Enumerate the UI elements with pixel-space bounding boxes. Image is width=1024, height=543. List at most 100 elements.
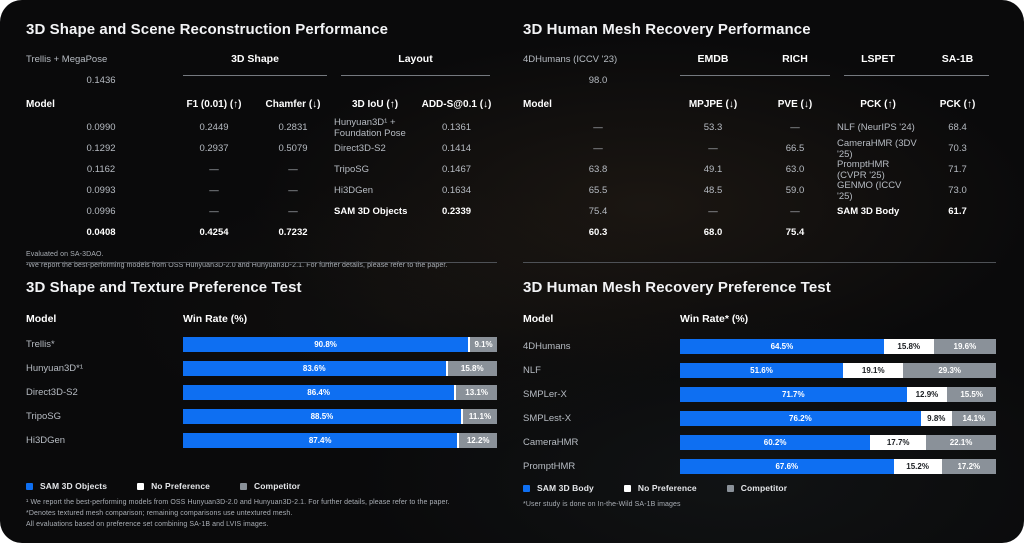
- table-row-model-2: CameraHMR (3DV '25): [837, 138, 919, 159]
- section-title-mesh-performance: 3D Human Mesh Recovery Performance: [523, 21, 996, 39]
- value-cell: 98.0: [523, 70, 673, 91]
- value-cell: 48.5: [673, 180, 753, 201]
- competitor-segment: 29.3%: [903, 363, 996, 378]
- legend-item: SAM 3D Body: [523, 483, 594, 493]
- legend-swatch-no-preference-segment: [624, 485, 631, 492]
- right-section-divider: [523, 262, 996, 263]
- win-segment: 60.2%: [680, 435, 870, 450]
- table-row-model-5: SAM 3D Body: [837, 201, 919, 222]
- group-underline: [680, 75, 830, 76]
- value-cell: 49.1: [673, 159, 753, 180]
- model-column-header: Model: [26, 313, 183, 325]
- value-cell: 0.0990: [26, 117, 176, 138]
- bar-row: Trellis*90.8%9.1%: [26, 337, 497, 352]
- group-header: SA-1B: [919, 49, 996, 65]
- stacked-bar: 90.8%9.1%: [183, 337, 497, 352]
- mesh-preference-section: 3D Human Mesh Recovery Preference Test M…: [523, 279, 996, 511]
- legend-item: No Preference: [137, 481, 210, 491]
- bar-model-label: SMPLer-X: [523, 389, 680, 400]
- mesh-performance-table: EMDBRICHLSPETSA-1BModelMPJPE (↓)PVE (↓)P…: [523, 49, 996, 243]
- value-cell: 0.2339: [416, 201, 497, 222]
- value-cell: 70.3: [919, 138, 996, 159]
- shape-performance-footnotes: Evaluated on SA-3DAO.¹We report the best…: [26, 250, 497, 272]
- metric-column-header: Chamfer (↓): [252, 91, 334, 117]
- bar-model-label: 4DHumans: [523, 341, 680, 352]
- value-cell: 0.1292: [26, 138, 176, 159]
- stacked-bar: 83.6%15.8%: [183, 361, 497, 376]
- group-header: LSPET: [837, 49, 919, 65]
- stacked-bar: 87.4%12.2%: [183, 433, 497, 448]
- metric-column-header: PCK (↑): [837, 91, 919, 117]
- bar-model-label: SMPLest-X: [523, 413, 680, 424]
- bar-row: Direct3D-S286.4%13.1%: [26, 385, 497, 400]
- competitor-segment: 15.5%: [947, 387, 996, 402]
- table-row-model-3: TripoSG: [334, 159, 416, 180]
- legend-item: SAM 3D Objects: [26, 481, 107, 491]
- value-cell: 63.8: [523, 159, 673, 180]
- value-cell: —: [673, 201, 753, 222]
- value-cell: —: [523, 138, 673, 159]
- table-row-model-0: Trellis + MegaPose: [26, 49, 176, 70]
- value-cell: 0.4254: [176, 222, 252, 243]
- value-cell: 66.5: [753, 138, 837, 159]
- value-cell: —: [753, 201, 837, 222]
- value-cell: 63.0: [753, 159, 837, 180]
- metric-column-header: ADD-S@0.1 (↓): [416, 91, 497, 117]
- win-segment: 67.6%: [680, 459, 894, 474]
- group-underline: [844, 75, 989, 76]
- value-cell: —: [673, 138, 753, 159]
- bar-row: PromptHMR67.6%15.2%17.2%: [523, 459, 996, 474]
- footnote-line: *User study is done on In-the-Wild SA-1B…: [523, 500, 996, 511]
- no-preference-segment: 19.1%: [843, 363, 903, 378]
- footnote-line: ¹ We report the best-performing models f…: [26, 498, 497, 509]
- no-preference-segment: 17.7%: [870, 435, 926, 450]
- value-cell: 59.0: [753, 180, 837, 201]
- bar-model-label: Trellis*: [26, 339, 183, 350]
- legend-item: Competitor: [240, 481, 300, 491]
- value-cell: 0.2449: [176, 117, 252, 138]
- bar-model-label: PromptHMR: [523, 461, 680, 472]
- value-cell: 0.1436: [26, 70, 176, 91]
- value-cell: 0.1162: [26, 159, 176, 180]
- bar-model-label: Hi3DGen: [26, 435, 183, 446]
- value-cell: 68.0: [673, 222, 753, 243]
- competitor-segment: 22.1%: [926, 435, 996, 450]
- no-preference-segment: 9.8%: [921, 411, 952, 426]
- value-cell: 53.3: [673, 117, 753, 138]
- model-column-header: Model: [26, 91, 176, 117]
- stacked-bar: 86.4%13.1%: [183, 385, 497, 400]
- value-cell: 0.7232: [252, 222, 334, 243]
- shape-preference-legend: SAM 3D Objects No Preference Competitor: [26, 481, 497, 491]
- shape-preference-chart-header: Model Win Rate (%): [26, 313, 497, 325]
- legend-swatch-win-segment: [26, 483, 33, 490]
- stacked-bar: 64.5%15.8%19.6%: [680, 339, 996, 354]
- legend-swatch-competitor-segment: [727, 485, 734, 492]
- group-header: 3D Shape: [176, 49, 334, 65]
- shape-performance-section: 3D Shape and Scene Reconstruction Perfor…: [26, 21, 497, 272]
- legend-label: No Preference: [638, 483, 697, 493]
- value-cell: 0.0996: [26, 201, 176, 222]
- value-cell: 0.1414: [416, 138, 497, 159]
- bar-model-label: TripoSG: [26, 411, 183, 422]
- competitor-segment: 13.1%: [456, 385, 497, 400]
- mesh-preference-footnotes: *User study is done on In-the-Wild SA-1B…: [523, 500, 996, 511]
- value-cell: 75.4: [753, 222, 837, 243]
- group-underline: [341, 75, 490, 76]
- value-cell: —: [176, 159, 252, 180]
- section-title-shape-preference: 3D Shape and Texture Preference Test: [26, 279, 497, 297]
- legend-label: Competitor: [254, 481, 300, 491]
- metric-column-header: F1 (0.01) (↑): [176, 91, 252, 117]
- value-cell: 0.0408: [26, 222, 176, 243]
- competitor-segment: 17.2%: [942, 459, 996, 474]
- value-cell: 0.2937: [176, 138, 252, 159]
- mesh-performance-section: 3D Human Mesh Recovery Performance EMDBR…: [523, 21, 996, 250]
- value-cell: —: [523, 117, 673, 138]
- legend-label: SAM 3D Objects: [40, 481, 107, 491]
- win-segment: 90.8%: [183, 337, 468, 352]
- value-cell: 0.1361: [416, 117, 497, 138]
- footnote-line: *Denotes textured mesh comparison; remai…: [26, 509, 497, 520]
- legend-swatch-win-segment: [523, 485, 530, 492]
- footnote-line: All evaluations based on preference set …: [26, 520, 497, 531]
- bar-model-label: NLF: [523, 365, 680, 376]
- stacked-bar: 60.2%17.7%22.1%: [680, 435, 996, 450]
